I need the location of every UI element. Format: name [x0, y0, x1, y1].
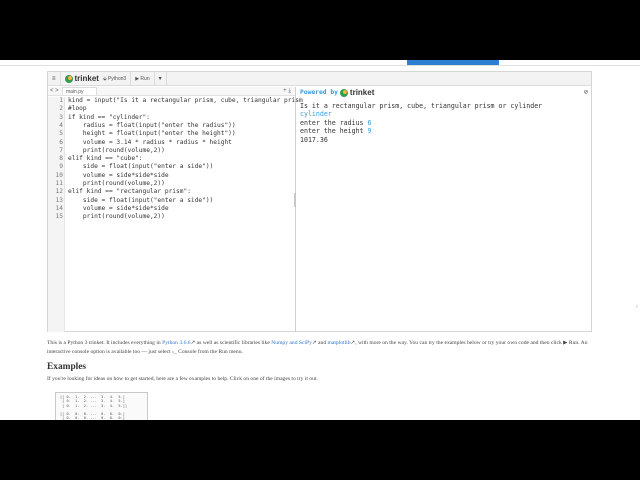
trinket-toolbar: ≡ trinket ⬙ Python3 ▶ Run ▾: [48, 71, 591, 86]
console-output-text: enter the radius: [300, 118, 368, 127]
console-user-input: 9: [367, 127, 372, 136]
add-file-icon[interactable]: + ⤓: [283, 87, 291, 96]
examples-heading: Examples: [47, 362, 87, 372]
code-text: print(round(volume,2)): [68, 146, 165, 154]
logo-text: trinket: [74, 74, 99, 83]
reset-icon[interactable]: ⊘: [584, 88, 588, 96]
code-text: print(round(volume,2)): [68, 180, 165, 187]
code-editor[interactable]: < > main.py + ⤓ 1 kind = input("Is it a r…: [48, 87, 303, 332]
code-line[interactable]: 15 print(round(volume,2)): [48, 213, 296, 221]
console-line: cylinder: [300, 110, 332, 118]
console-line: 1017.36: [300, 136, 328, 144]
code-text: height = float(input("enter the height")…: [68, 130, 236, 138]
line-number: 15: [55, 213, 63, 221]
code-text: kind = input("Is it a rectangular prism,…: [68, 97, 303, 104]
run-menu-dropdown[interactable]: ▾: [155, 71, 167, 86]
powered-by-label: Powered by: [300, 89, 338, 96]
console-line: enter the radius 6: [300, 119, 371, 127]
code-text: #loop: [68, 105, 87, 113]
code-line[interactable]: 9 side = float(input("enter a side")): [48, 163, 296, 171]
output-console[interactable]: Powered by trinket ⊘ Is it a rectangular…: [298, 87, 591, 332]
code-text: elif kind == "cube":: [68, 155, 143, 163]
description-text: This is a Python 3 trinket. It includes …: [47, 340, 163, 346]
chevron-down-icon: ▾: [158, 76, 162, 82]
code-line[interactable]: 13 side = float(input("enter a side")): [48, 197, 296, 205]
editor-scrollbar[interactable]: [294, 193, 296, 207]
code-line[interactable]: 7 print(round(volume,2)): [48, 147, 296, 155]
example-thumbnail[interactable]: [[ 0. 1. 2. ... 3. 4. 5.] [ 0. 1. 2. ...…: [55, 392, 148, 420]
code-text: print(round(volume,2)): [68, 213, 165, 221]
console-output-text: Is it a rectangular prism, cube, triangu…: [300, 102, 543, 110]
run-button[interactable]: ▶ Run: [131, 71, 155, 86]
code-line[interactable]: 6 volume = 3.14 * radius * radius * heig…: [48, 139, 296, 147]
code-line[interactable]: 2 #loop: [48, 105, 296, 113]
line-number: 12: [55, 188, 63, 196]
description-text: as well as scientific libraries like: [195, 340, 272, 346]
line-number: 2: [59, 105, 63, 113]
python-icon: ⬙: [102, 75, 107, 82]
console-user-input: 6: [367, 118, 372, 127]
numpy-scipy-link[interactable]: Numpy and SciPy: [271, 340, 312, 346]
code-line[interactable]: 11 print(round(volume,2)): [48, 180, 296, 188]
console-line: Is it a rectangular prism, cube, triangu…: [300, 102, 542, 110]
examples-subtitle: If you're looking for ideas on how to ge…: [47, 376, 318, 382]
code-line[interactable]: 12 elif kind == "rectangular prism":: [48, 188, 296, 196]
line-number: 3: [59, 113, 63, 121]
console-output-text: enter the height: [300, 127, 368, 136]
description-text: and: [316, 340, 328, 346]
code-text: volume = 3.14 * radius * radius * height: [68, 138, 232, 146]
code-line[interactable]: 5 height = float(input("enter the height…: [48, 130, 296, 138]
trinket-logo-icon: [339, 88, 348, 97]
run-label: Run: [140, 75, 150, 82]
line-number: 4: [59, 121, 63, 129]
code-text: if kind == "cylinder":: [68, 113, 150, 121]
line-number: 1: [59, 97, 63, 104]
line-number: 5: [59, 130, 63, 138]
code-area[interactable]: 1 kind = input("Is it a rectangular prism…: [48, 97, 303, 332]
hamburger-icon: ≡: [52, 75, 56, 82]
python-label: Python3: [107, 75, 127, 82]
edge-glyph: ›: [636, 304, 638, 310]
code-text: volume = side*side*side: [68, 204, 169, 212]
matplotlib-link[interactable]: matplotlib: [328, 340, 351, 346]
line-number: 13: [55, 196, 63, 204]
code-text: side = float(input("enter a side")): [68, 163, 214, 171]
trinket-logo-icon: [64, 74, 73, 83]
code-line[interactable]: 8 elif kind == "cube":: [48, 155, 296, 163]
browser-viewport: ≡ trinket ⬙ Python3 ▶ Run ▾ < > main.py: [0, 60, 640, 420]
tab-nav-arrows[interactable]: < >: [50, 87, 59, 96]
code-text: volume = side*side*side: [68, 171, 169, 179]
line-number: 7: [59, 146, 63, 154]
menu-button[interactable]: ≡: [48, 71, 61, 86]
line-number: 14: [55, 204, 63, 212]
trinket-widget: ≡ trinket ⬙ Python3 ▶ Run ▾ < > main.py: [47, 71, 592, 332]
python-version-badge: ⬙ Python3: [103, 76, 126, 82]
line-number: 6: [59, 138, 63, 146]
code-line[interactable]: 14 volume = side*side*side: [48, 205, 296, 213]
code-text: radius = float(input("enter the radius")…: [68, 121, 236, 129]
code-text: elif kind == "rectangular prism":: [68, 188, 191, 196]
console-line: enter the height 9: [300, 127, 371, 135]
python-version-link[interactable]: Python 3.6.6: [162, 340, 190, 346]
code-line[interactable]: 10 volume = side*side*side: [48, 172, 296, 180]
line-number: 11: [55, 180, 63, 187]
line-number: 10: [55, 171, 63, 179]
console-user-input: cylinder: [300, 110, 332, 119]
console-logo-text: trinket: [349, 88, 375, 97]
trinket-description: This is a Python 3 trinket. It includes …: [47, 339, 595, 356]
trinket-logo[interactable]: trinket ⬙ Python3: [61, 71, 132, 86]
example-output-line: [ 0. 0. 0. ... 0. 0. 0.]: [60, 416, 125, 420]
line-number: 9: [59, 163, 63, 171]
header-divider: [0, 65, 640, 66]
powered-by-trinket[interactable]: Powered by trinket: [300, 88, 374, 97]
tab-main-py[interactable]: main.py: [62, 87, 97, 95]
code-line[interactable]: 1 kind = input("Is it a rectangular prism…: [48, 97, 302, 105]
line-number: 8: [59, 155, 63, 163]
file-tabs: < > main.py + ⤓: [48, 87, 295, 96]
code-text: side = float(input("enter a side")): [68, 196, 214, 204]
console-output-text: 1017.36: [300, 135, 328, 144]
code-line[interactable]: 4 radius = float(input("enter the radius…: [48, 122, 296, 130]
code-line[interactable]: 3 if kind == "cylinder":: [48, 114, 296, 122]
